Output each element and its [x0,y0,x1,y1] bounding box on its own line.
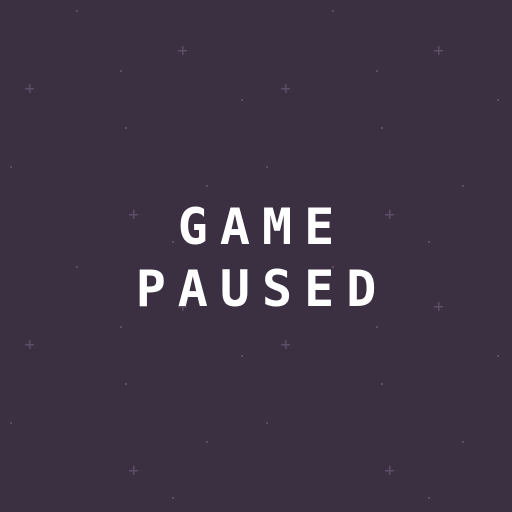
dot-star [266,422,268,424]
dot-star [10,166,12,168]
pause-title: GAME PAUSED [0,196,512,320]
sparkle-star [281,340,290,349]
sparkle-star [25,340,34,349]
sparkle-star [25,84,34,93]
dot-star [125,383,127,385]
dot-star [462,441,464,443]
dot-star [332,10,334,12]
dot-star [241,355,243,357]
dot-star [206,185,208,187]
dot-star [381,383,383,385]
sparkle-star [385,466,394,475]
pause-title-line-2: PAUSED [135,260,389,318]
dot-star [241,99,243,101]
dot-star [125,127,127,129]
dot-star [10,422,12,424]
dot-star [172,497,174,499]
dot-star [120,326,122,328]
dot-star [120,70,122,72]
dot-star [206,441,208,443]
dot-star [376,326,378,328]
dot-star [76,10,78,12]
sparkle-star [434,46,443,55]
dot-star [462,185,464,187]
sparkle-star [129,466,138,475]
pause-title-line-1: GAME [177,198,347,256]
dot-star [376,70,378,72]
dot-star [497,355,499,357]
sparkle-star [281,84,290,93]
dot-star [428,497,430,499]
sparkle-star [178,46,187,55]
dot-star [381,127,383,129]
dot-star [266,166,268,168]
dot-star [497,99,499,101]
